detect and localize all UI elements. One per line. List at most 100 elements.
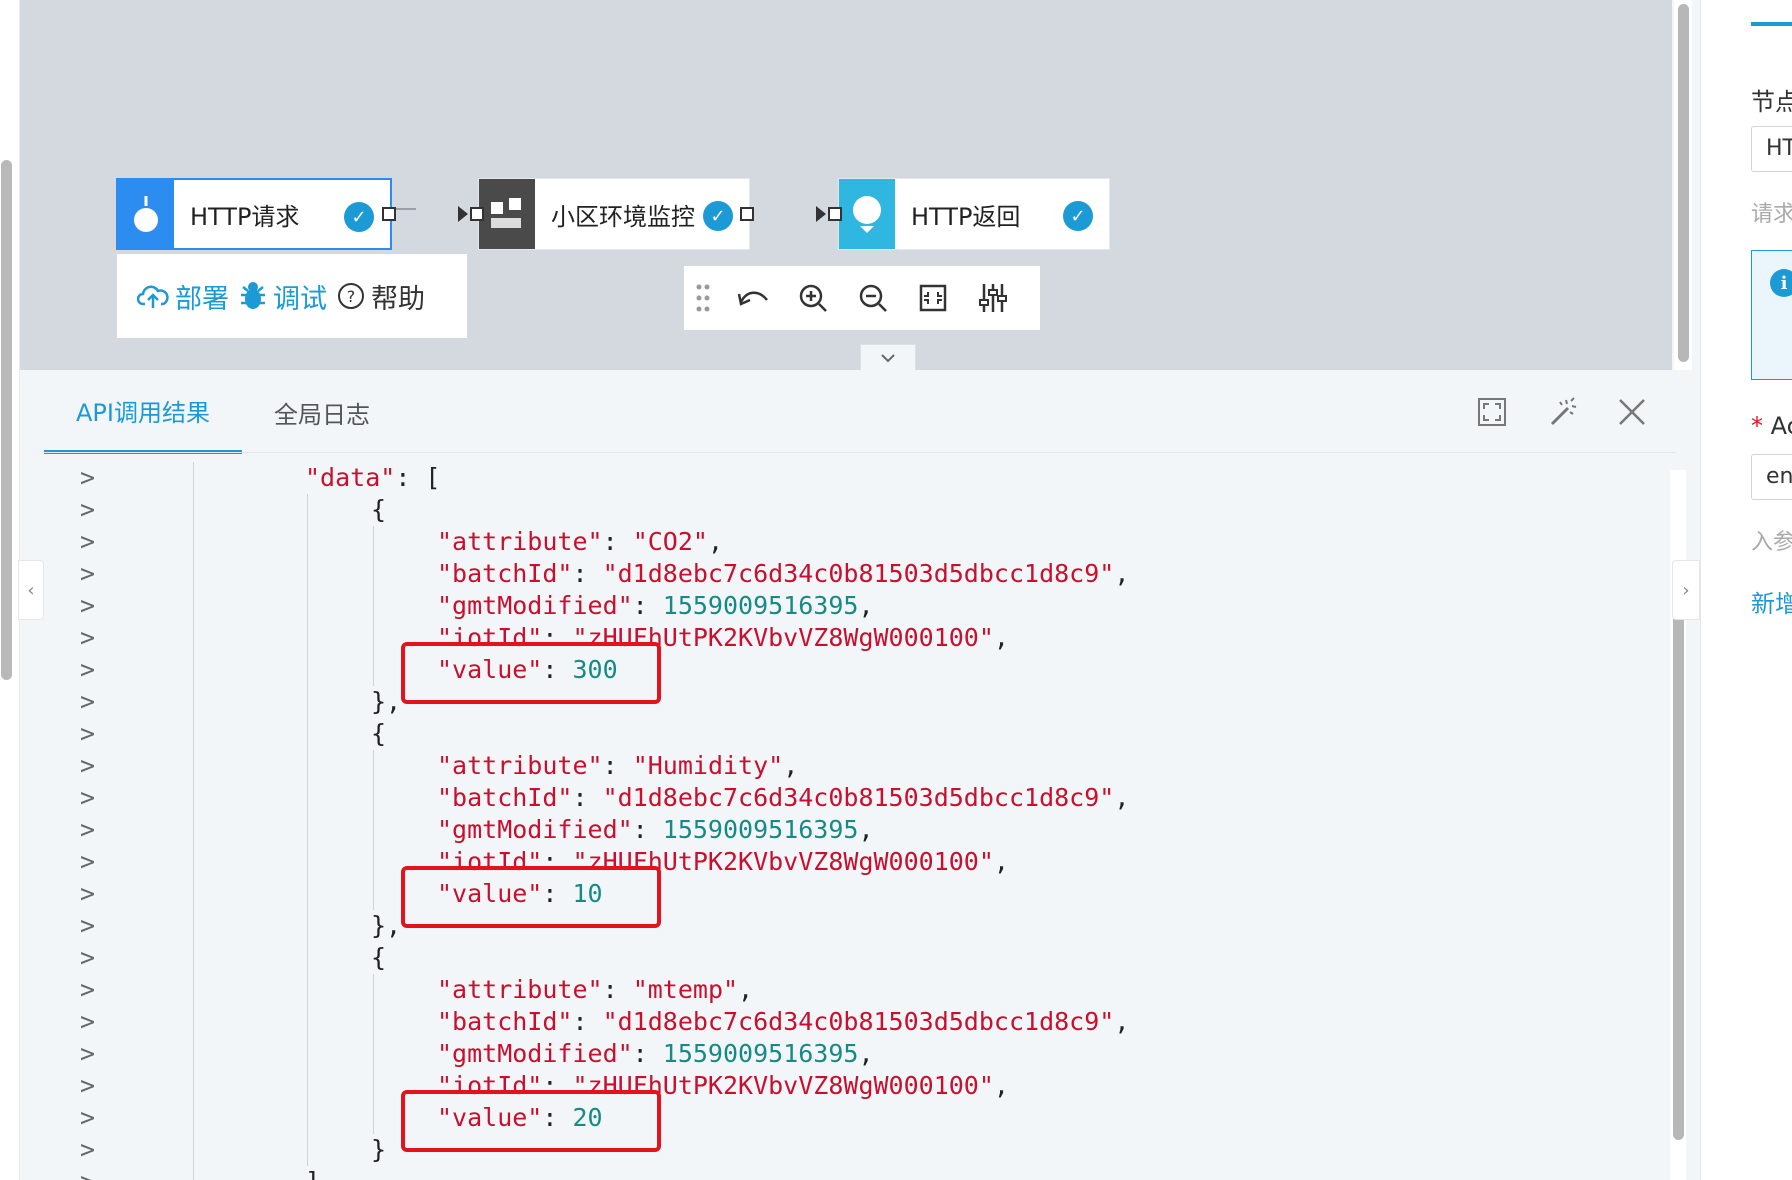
collapse-panel-button[interactable] (860, 344, 916, 370)
input-port[interactable] (470, 207, 484, 221)
bulb-icon (839, 179, 895, 249)
chevron-down-icon (881, 353, 895, 362)
code-text: }, (371, 687, 402, 716)
settings-sliders-icon[interactable] (974, 279, 1012, 317)
line-gutter-arrow[interactable]: > (80, 750, 95, 782)
tab-global-log[interactable]: 全局日志 (242, 370, 402, 454)
magic-wand-icon[interactable] (1542, 392, 1582, 432)
flow-node-http-request[interactable]: HTTP请求 ✓ (116, 178, 392, 250)
debug-button[interactable]: 调试 (239, 277, 327, 316)
value-highlight-box (401, 1090, 661, 1152)
fit-view-icon[interactable] (914, 279, 952, 317)
left-scrollbar[interactable] (1, 160, 12, 680)
code-line: > "data": [ (60, 462, 1650, 494)
code-text: "batchId": "d1d8ebc7c6d34c0b81503d5dbcc1… (437, 783, 1130, 812)
code-text: "data": [ (305, 463, 441, 492)
zoom-in-icon[interactable] (794, 279, 832, 317)
canvas-action-bar: 部署 调试 ? 帮助 (117, 254, 467, 338)
panel-toolbar (1472, 392, 1652, 432)
help-button[interactable]: ? 帮助 (337, 277, 425, 316)
arrow-icon (458, 206, 468, 222)
indent-guide (373, 750, 374, 910)
fullscreen-icon[interactable] (1472, 392, 1512, 432)
output-port[interactable] (382, 207, 396, 221)
line-gutter-arrow[interactable]: > (80, 942, 95, 974)
code-line: >{ (60, 494, 1650, 526)
required-field-input[interactable]: en (1751, 454, 1792, 500)
line-gutter-arrow[interactable]: > (80, 558, 95, 590)
code-text: { (371, 943, 387, 972)
line-gutter-arrow[interactable]: > (80, 526, 95, 558)
code-line: > "iotId": "zHUFhUtPK2KVbvVZ8WgW000100", (60, 1070, 1650, 1102)
scroll-thumb[interactable] (1673, 580, 1684, 1140)
line-gutter-arrow[interactable]: > (80, 782, 95, 814)
line-gutter-arrow[interactable]: > (80, 1166, 95, 1180)
code-line: >} (60, 1134, 1650, 1166)
output-port[interactable] (740, 207, 754, 221)
bug-icon (241, 282, 265, 309)
indent-guide (307, 494, 308, 1166)
code-line: > "batchId": "d1d8ebc7c6d34c0b81503d5dbcc… (60, 1006, 1650, 1038)
line-gutter-arrow[interactable]: > (80, 590, 95, 622)
blocks-icon (479, 179, 535, 249)
code-line: > "gmtModified": 1559009516395, (60, 1038, 1650, 1070)
expand-left-button[interactable]: ‹ (18, 560, 44, 620)
code-line: > "attribute": "CO2", (60, 526, 1650, 558)
json-output-viewer[interactable]: > "data": [>{> "attribute": "CO2", > "batchI… (60, 462, 1650, 1180)
result-panel: API调用结果 全局日志 > "data": [>{> "attribute": "… (20, 370, 1692, 1180)
code-line: > "value": 20 (60, 1102, 1650, 1134)
scroll-thumb[interactable] (1678, 4, 1689, 362)
line-gutter-arrow[interactable]: > (80, 1070, 95, 1102)
code-line: >}, (60, 686, 1650, 718)
drag-handle-icon[interactable] (694, 279, 712, 317)
line-gutter-arrow[interactable]: > (80, 622, 95, 654)
line-gutter-arrow[interactable]: > (80, 1006, 95, 1038)
input-port[interactable] (828, 207, 842, 221)
canvas-toolbar (684, 266, 1040, 330)
required-field-text: Ac (1770, 412, 1792, 440)
expand-right-button[interactable]: › (1672, 560, 1700, 620)
add-param-link[interactable]: 新增 (1751, 584, 1792, 619)
line-gutter-arrow[interactable]: > (80, 1102, 95, 1134)
zoom-out-icon[interactable] (854, 279, 892, 317)
undo-icon[interactable] (734, 279, 772, 317)
line-gutter-arrow[interactable]: > (80, 1134, 95, 1166)
code-line: >{ (60, 942, 1650, 974)
line-gutter-arrow[interactable]: > (80, 494, 95, 526)
code-text: } (371, 1135, 387, 1164)
line-gutter-arrow[interactable]: > (80, 910, 95, 942)
line-gutter-arrow[interactable]: > (80, 846, 95, 878)
debug-label: 调试 (273, 283, 327, 315)
canvas-scrollbar[interactable] (1674, 0, 1692, 370)
request-label: 请求 (1751, 202, 1792, 227)
node-name-input[interactable]: HT (1751, 126, 1792, 172)
line-gutter-arrow[interactable]: > (80, 718, 95, 750)
deploy-button[interactable]: 部署 (137, 277, 229, 316)
line-gutter-arrow[interactable]: > (80, 974, 95, 1006)
code-text: { (371, 719, 387, 748)
panel-tabs: API调用结果 全局日志 (44, 370, 402, 454)
code-text: }, (371, 911, 402, 940)
node-name-label: 节点 (1751, 88, 1792, 116)
check-icon: ✓ (703, 201, 733, 231)
line-gutter-arrow[interactable]: > (80, 686, 95, 718)
arrow-icon (816, 206, 826, 222)
flow-node-http-response[interactable]: HTTP返回 ✓ (838, 178, 1110, 250)
code-line: > "batchId": "d1d8ebc7c6d34c0b81503d5dbcc… (60, 558, 1650, 590)
tab-api-result[interactable]: API调用结果 (44, 370, 242, 454)
code-text: ] (305, 1166, 320, 1180)
code-text: "attribute": "Humidity", (437, 751, 799, 780)
value-highlight-box (401, 866, 661, 928)
line-gutter-arrow[interactable]: > (80, 654, 95, 686)
close-icon[interactable] (1612, 392, 1652, 432)
line-gutter-arrow[interactable]: > (80, 878, 95, 910)
line-gutter-arrow[interactable]: > (80, 462, 95, 494)
code-line: >] (60, 1166, 1650, 1180)
line-gutter-arrow[interactable]: > (80, 814, 95, 846)
indent-guide (373, 526, 374, 686)
info-icon: i (1770, 269, 1792, 297)
cloud-upload-icon (137, 285, 169, 308)
line-gutter-arrow[interactable]: > (80, 1038, 95, 1070)
code-line: > "batchId": "d1d8ebc7c6d34c0b81503d5dbcc… (60, 782, 1650, 814)
flow-node-env-monitor[interactable]: 小区环境监控 ✓ (478, 178, 750, 250)
